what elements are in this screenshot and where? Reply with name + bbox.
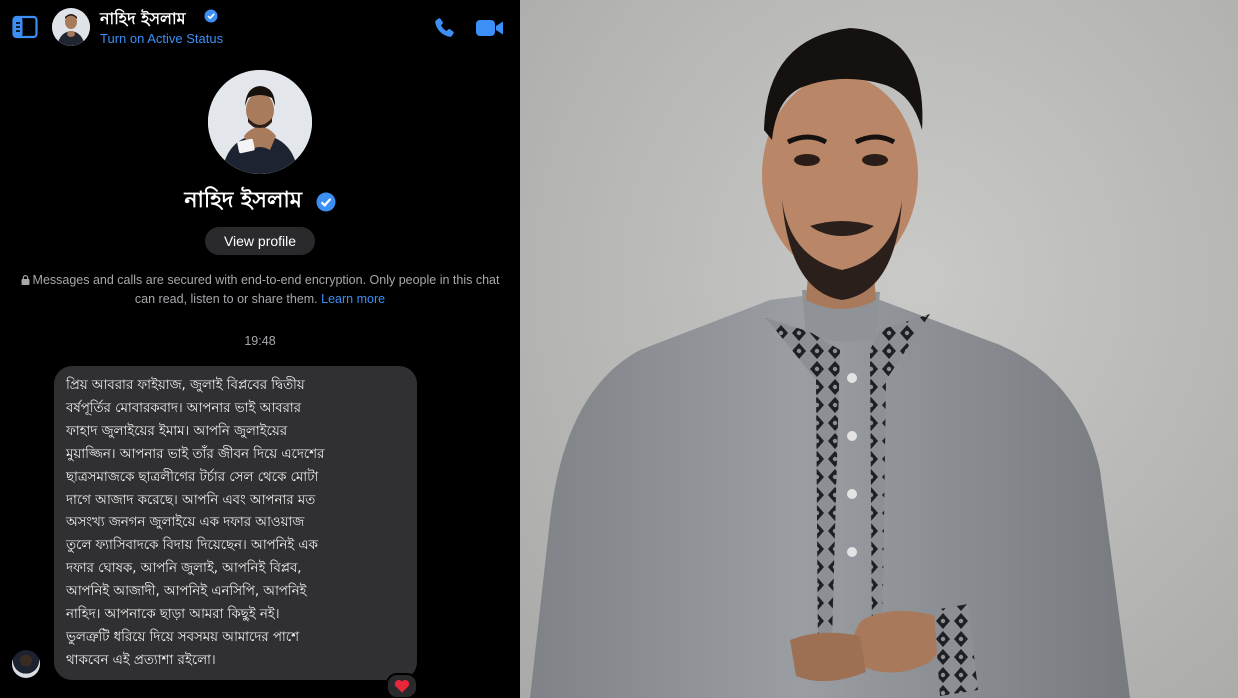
- message-line: বর্ষপূর্তির মোবারকবাদ। আপনার ভাই আবরার: [66, 400, 301, 416]
- message-line: মুয়াজ্জিন। আপনার ভাই তাঁর জীবন দিয়ে এদ…: [66, 446, 325, 462]
- sidebar-toggle-icon[interactable]: [12, 15, 38, 39]
- message-timestamp: 19:48: [244, 334, 276, 348]
- learn-more-link[interactable]: Learn more: [321, 292, 385, 306]
- message-line: ফাহাদ জুলাইয়ের ইমাম। আপনি জুলাইয়ের: [66, 423, 288, 439]
- sender-avatar[interactable]: [12, 650, 40, 678]
- message-line: দাগে আজাদ করেছে। আপনি এবং আপনার মত: [66, 492, 316, 508]
- message-line: নাহিদ। আপনাকে ছাড়া আমরা কিছুই নই।: [66, 607, 280, 623]
- header-contact-name[interactable]: নাহিদ ইসলাম: [100, 6, 186, 33]
- message-line: তুলে ফ্যাসিবাদকে বিদায় দিয়েছেন। আপনিই …: [66, 538, 318, 554]
- view-profile-button[interactable]: View profile: [205, 227, 315, 255]
- message-reaction[interactable]: [386, 673, 418, 698]
- chat-header: নাহিদ ইসলাম Turn on Active Status: [0, 0, 520, 56]
- encryption-notice: Messages and calls are secured with end-…: [20, 271, 500, 309]
- message-line: প্রিয় আবরার ফাইয়াজ, জুলাই বিপ্লবের দ্ব…: [66, 378, 305, 393]
- profile-name: নাহিদ ইসলাম: [0, 183, 520, 220]
- heart-icon: [394, 679, 410, 693]
- message-line: দফার ঘোষক, আপনি জুলাই, আপনিই বিপ্লব,: [66, 561, 302, 577]
- active-status-link[interactable]: Turn on Active Status: [100, 31, 223, 46]
- verified-badge-icon: [204, 9, 218, 23]
- messenger-chat-panel: নাহিদ ইসলাম Turn on Active Status নাহিদ …: [0, 0, 520, 698]
- profile-name-text: নাহিদ ইসলাম: [184, 188, 302, 213]
- header-avatar[interactable]: [52, 8, 90, 46]
- profile-avatar[interactable]: [208, 70, 312, 174]
- encryption-text: Messages and calls are secured with end-…: [32, 273, 500, 306]
- lock-icon: [21, 275, 30, 285]
- message-line: ছাত্রসমাজকে ছাত্রলীগের টর্চার সেল থেকে ম…: [66, 469, 319, 485]
- portrait-photo: [520, 0, 1238, 698]
- message-bubble[interactable]: প্রিয় আবরার ফাইয়াজ, জুলাই বিপ্লবের দ্ব…: [54, 366, 417, 680]
- video-call-icon[interactable]: [475, 17, 505, 39]
- message-line: থাকবেন এই প্রত্যাশা রইলো।: [66, 652, 216, 668]
- message-line: অসংখ্য জনগন জুলাইয়ে এক দফার আওয়াজ: [66, 515, 305, 531]
- verified-badge-icon: [316, 192, 336, 211]
- portrait-illustration: [530, 28, 1130, 698]
- message-line: ভুলত্রুটি ধরিয়ে দিয়ে সবসময় আমাদের পাশ…: [66, 629, 299, 645]
- audio-call-icon[interactable]: [432, 16, 456, 40]
- message-line: আপনিই আজাদী, আপনিই এনসিপি, আপনিই: [66, 584, 307, 600]
